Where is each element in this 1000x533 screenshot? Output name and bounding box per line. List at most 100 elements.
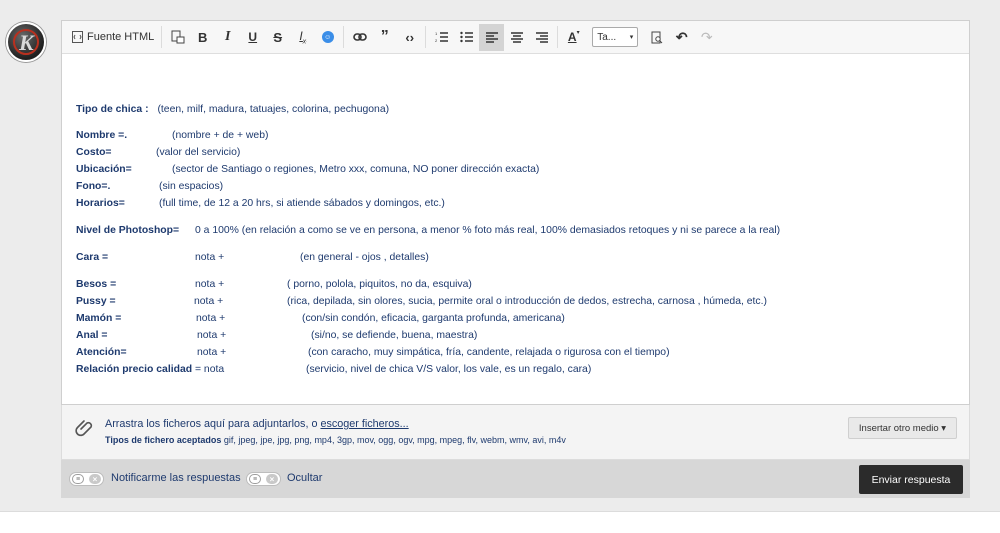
- send-reply-button[interactable]: Enviar respuesta: [859, 465, 963, 494]
- photoshop-value: 0 a 100% (en relación a como se ve en pe…: [195, 225, 781, 236]
- attachment-dropzone[interactable]: Arrastra los ficheros aquí para adjuntar…: [61, 405, 970, 460]
- horarios-label: Horarios=: [76, 198, 125, 209]
- content-line-pussy: Pussy =: [76, 296, 116, 307]
- besos-label: Besos =: [76, 279, 117, 290]
- format-select[interactable]: Ta... ▾: [592, 27, 639, 47]
- besos-nota: nota +: [195, 279, 225, 290]
- reply-actions-bar: ≡ × Notificarme las respuestas ≡ × Ocult…: [61, 460, 970, 498]
- mamon-label: Mamón =: [76, 313, 122, 324]
- toggle-knob-icon: ≡: [249, 474, 261, 484]
- content-line-relacion: Relación precio calidad = nota: [76, 364, 224, 375]
- content-line-cara: Cara =: [76, 252, 108, 263]
- notify-toggle[interactable]: ≡ ×: [69, 472, 104, 486]
- atencion-label: Atención=: [76, 347, 127, 358]
- quote-icon: ”: [380, 28, 389, 45]
- content-line-mamon: Mamón =: [76, 313, 121, 324]
- pussy-desc: (rica, depilada, sin olores, sucia, perm…: [287, 296, 767, 307]
- text-color-button[interactable]: A ▾: [561, 24, 586, 51]
- toolbar-separator: [425, 26, 427, 48]
- bold-button[interactable]: B: [190, 24, 215, 51]
- avatar-letter: K: [19, 30, 34, 55]
- notify-label: Notificarme las respuestas: [111, 472, 241, 484]
- hide-label: Ocultar: [287, 472, 323, 484]
- align-left-button[interactable]: [479, 23, 505, 51]
- editor-content[interactable]: Tipo de chica : (teen, milf, madura, tat…: [62, 54, 969, 406]
- blockquote-button[interactable]: ”: [372, 24, 397, 51]
- remove-format-icon: Ix: [299, 28, 307, 46]
- accepted-types: Tipos de fichero aceptados gif, jpeg, jp…: [105, 435, 566, 445]
- choose-files-link[interactable]: escoger ficheros...: [320, 418, 408, 430]
- svg-text:1: 1: [435, 31, 438, 36]
- emoji-button[interactable]: ☺: [315, 24, 340, 51]
- source-html-button[interactable]: Fuente HTML: [68, 24, 158, 51]
- horarios-value: (full time, de 12 a 20 hrs, si atiende s…: [159, 198, 445, 209]
- anal-desc: (si/no, se defiende, buena, maestra): [311, 330, 478, 341]
- paste-format-icon: [171, 30, 185, 44]
- align-right-icon: [535, 31, 548, 43]
- tipo-label: Tipo de chica :: [76, 104, 149, 115]
- preview-button[interactable]: [644, 24, 669, 51]
- cara-desc: (en general - ojos , detalles): [300, 252, 429, 263]
- mamon-desc: (con/sin condón, eficacia, garganta prof…: [302, 313, 565, 324]
- page-footer-area: [0, 511, 1000, 533]
- content-line-fono: Fono=.: [76, 181, 110, 192]
- paste-format-button[interactable]: [165, 24, 190, 51]
- avatar[interactable]: K: [6, 22, 46, 62]
- accepted-types-value: gif, jpeg, jpe, jpg, png, mp4, 3gp, mov,…: [221, 435, 566, 445]
- relacion-desc: (servicio, nivel de chica V/S valor, los…: [306, 364, 592, 375]
- remove-format-button[interactable]: Ix: [290, 24, 315, 51]
- nombre-value: (nombre + de + web): [172, 130, 269, 141]
- content-line-atencion: Atención=: [76, 347, 127, 358]
- anal-label: Anal =: [76, 330, 108, 341]
- atencion-nota: nota +: [197, 347, 227, 358]
- bullet-list-button[interactable]: [454, 24, 479, 51]
- rich-text-editor: Fuente HTML B I U S Ix ☺ ” ‹› 12 A ▾ Ta.…: [61, 20, 970, 405]
- align-left-icon: [485, 31, 498, 43]
- ubicacion-label: Ubicación=: [76, 164, 132, 175]
- cara-nota: nota +: [195, 252, 225, 263]
- content-line-costo: Costo=: [76, 147, 112, 158]
- photoshop-label: Nivel de Photoshop=: [76, 225, 180, 236]
- text-color-icon: A: [567, 30, 577, 44]
- costo-value: (valor del servicio): [156, 147, 241, 158]
- content-line-besos: Besos =: [76, 279, 116, 290]
- content-line-photoshop: Nivel de Photoshop=: [76, 225, 179, 236]
- besos-desc: ( porno, polola, piquitos, no da, esquiv…: [287, 279, 472, 290]
- insert-media-button[interactable]: Insertar otro medio ▾: [848, 417, 957, 439]
- numbered-list-button[interactable]: 12: [429, 24, 454, 51]
- redo-button[interactable]: ↷: [694, 24, 719, 51]
- attachment-instructions: Arrastra los ficheros aquí para adjuntar…: [105, 418, 409, 430]
- italic-button[interactable]: I: [215, 24, 240, 51]
- ubicacion-value: (sector de Santiago o regiones, Metro xx…: [172, 164, 540, 175]
- pussy-label: Pussy =: [76, 296, 116, 307]
- hide-toggle[interactable]: ≡ ×: [246, 472, 281, 486]
- redo-icon: ↷: [700, 28, 713, 45]
- relacion-nota: = nota: [194, 364, 225, 375]
- code-button[interactable]: ‹›: [397, 24, 422, 51]
- strikethrough-button[interactable]: S: [265, 24, 290, 51]
- italic-icon: I: [225, 29, 231, 44]
- strikethrough-icon: S: [273, 29, 283, 45]
- accepted-types-label: Tipos de fichero aceptados: [105, 435, 222, 445]
- content-line-anal: Anal =: [76, 330, 107, 341]
- align-center-button[interactable]: [504, 24, 529, 51]
- paperclip-icon: [75, 419, 95, 444]
- source-html-label: Fuente HTML: [87, 31, 155, 43]
- fono-value: (sin espacios): [159, 181, 224, 192]
- chevron-down-icon: ▾: [629, 34, 634, 41]
- nombre-label: Nombre =.: [76, 130, 128, 141]
- toggle-off-icon: ×: [89, 474, 101, 484]
- anal-nota: nota +: [197, 330, 227, 341]
- preview-icon: [651, 31, 663, 43]
- underline-button[interactable]: U: [240, 24, 265, 51]
- pussy-nota: nota +: [194, 296, 224, 307]
- svg-text:2: 2: [435, 38, 438, 43]
- bullet-list-icon: [460, 31, 474, 43]
- mamon-nota: nota +: [196, 313, 226, 324]
- align-right-button[interactable]: [529, 24, 554, 51]
- toggle-off-icon: ×: [266, 474, 278, 484]
- link-button[interactable]: [347, 24, 372, 51]
- content-line-ubicacion: Ubicación=: [76, 164, 132, 175]
- link-icon: [352, 33, 367, 41]
- undo-button[interactable]: ↶: [669, 24, 694, 51]
